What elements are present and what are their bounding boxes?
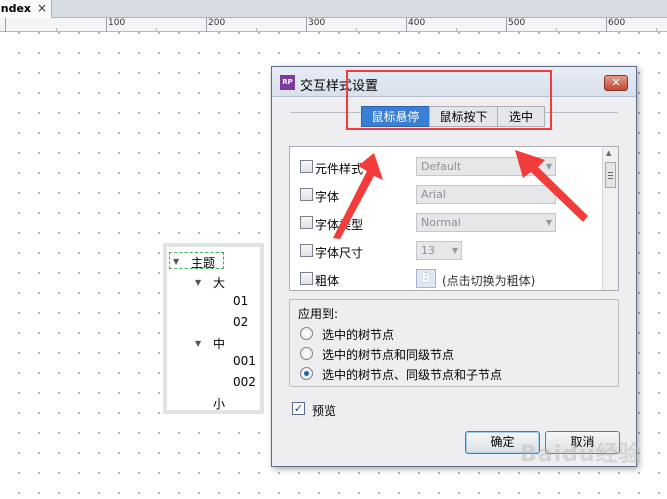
annotation-highlight-box	[346, 70, 552, 130]
property-label: 字体尺寸	[315, 246, 364, 260]
tree-node[interactable]: 02	[233, 315, 248, 329]
property-row: 字体类型 Normal ▼	[290, 213, 604, 233]
scroll-up-icon[interactable]: ▲	[606, 149, 611, 157]
select-value: Normal	[421, 216, 461, 229]
tree-node[interactable]: 中	[213, 335, 225, 352]
preview-checkbox[interactable]: ✓	[292, 402, 305, 415]
property-label: 字体类型	[315, 218, 364, 232]
rp-app-icon: RP	[280, 75, 295, 90]
close-icon[interactable]: ×	[37, 0, 47, 17]
tree-node[interactable]: 小	[213, 395, 225, 412]
close-button[interactable]: ✕	[604, 75, 628, 91]
apply-option-radio[interactable]	[300, 327, 313, 340]
ruler-label: 600	[608, 18, 626, 28]
tree-node[interactable]: 001	[233, 354, 256, 368]
bold-toggle-button[interactable]: B	[416, 269, 436, 288]
tree-widget[interactable]: ▼ 主题 ▼ 大 01 02 ▼ 中 001 002 小	[163, 243, 264, 414]
apply-option-label[interactable]: 选中的树节点和同级节点	[322, 346, 454, 363]
select-value: 13	[421, 244, 435, 257]
expand-arrow-icon[interactable]: ▼	[173, 257, 179, 266]
property-row: 字体尺寸 13 ▼	[290, 241, 604, 261]
ruler-label: 200	[208, 18, 226, 28]
property-row: 字体 Arial	[290, 185, 604, 205]
tree-node[interactable]: 01	[233, 294, 248, 308]
apply-option-radio-selected[interactable]	[300, 367, 313, 380]
ruler-label: 400	[408, 18, 426, 28]
property-label: 字体	[315, 190, 340, 204]
property-row: 粗体 B (点击切换为粗体)	[290, 269, 604, 289]
apply-option-label[interactable]: 选中的树节点、同级节点和子节点	[322, 366, 502, 383]
bold-checkbox[interactable]	[300, 272, 313, 285]
preview-label: 预览	[312, 404, 337, 418]
tree-node[interactable]: 主题	[191, 254, 215, 271]
property-row: 元件样式 Default ▼	[290, 157, 604, 177]
tree-node[interactable]: 002	[233, 375, 256, 389]
style-properties-panel: 元件样式 Default ▼ 字体 Arial 字体类型 Normal ▼ 字体…	[289, 146, 619, 291]
horizontal-ruler: 100 200 300 400 500 600	[0, 18, 667, 32]
ruler-label: 500	[508, 18, 526, 28]
font-type-checkbox[interactable]	[300, 216, 313, 229]
apply-to-group: 应用到: 选中的树节点 选中的树节点和同级节点 选中的树节点、同级节点和子节点	[289, 299, 619, 387]
apply-to-title: 应用到:	[298, 307, 339, 321]
chevron-down-icon: ▼	[451, 246, 458, 255]
font-type-select[interactable]: Normal ▼	[416, 213, 556, 232]
page-tab-bar: index ×	[0, 0, 667, 18]
scroll-thumb[interactable]	[605, 162, 616, 188]
chevron-down-icon: ▼	[545, 218, 552, 227]
vertical-scrollbar[interactable]: ▲	[602, 147, 618, 290]
chevron-down-icon: ▼	[545, 162, 552, 171]
watermark: Baidu经验	[520, 442, 642, 467]
font-size-select[interactable]: 13 ▼	[416, 241, 462, 260]
select-value: Default	[421, 160, 462, 173]
ruler-label: 100	[108, 18, 126, 28]
font-size-checkbox[interactable]	[300, 244, 313, 257]
tree-node[interactable]: 大	[213, 274, 225, 291]
property-label: 元件样式	[315, 162, 364, 176]
apply-option-label[interactable]: 选中的树节点	[322, 326, 394, 343]
page-tab-label: index	[0, 2, 32, 15]
page-tab-index[interactable]: index ×	[0, 0, 52, 18]
apply-option-radio[interactable]	[300, 347, 313, 360]
property-label: 粗体	[315, 274, 340, 288]
select-value: Arial	[421, 188, 446, 201]
widget-style-checkbox[interactable]	[300, 160, 313, 173]
font-checkbox[interactable]	[300, 188, 313, 201]
expand-arrow-icon[interactable]: ▼	[195, 339, 201, 348]
bold-hint: (点击切换为粗体)	[442, 274, 536, 288]
ruler-label: 300	[308, 18, 326, 28]
font-input[interactable]: Arial	[416, 185, 556, 204]
expand-arrow-icon[interactable]: ▼	[195, 278, 201, 287]
widget-style-select[interactable]: Default ▼	[416, 157, 556, 176]
